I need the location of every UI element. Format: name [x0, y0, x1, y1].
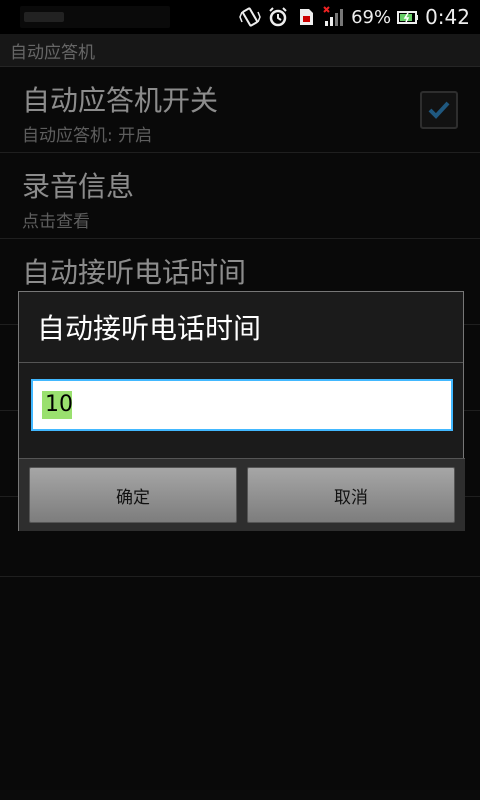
battery-percent: 69% — [351, 6, 392, 28]
status-icons: 69% 0:42 — [239, 0, 470, 34]
carrier-name-redacted — [20, 6, 170, 28]
alarm-icon — [267, 6, 289, 28]
bottom-edge — [0, 790, 480, 800]
dialog-title-text: 自动接听电话时间 — [37, 312, 262, 345]
auto-answer-time-dialog: 自动接听电话时间 10 确定 取消 — [18, 291, 465, 531]
cancel-button[interactable]: 取消 — [247, 467, 455, 523]
selected-text-highlight: 10 — [42, 391, 73, 419]
dialog-button-bar: 确定 取消 — [19, 458, 465, 531]
signal-icon — [323, 6, 345, 28]
clock-time: 0:42 — [425, 5, 470, 29]
ok-button[interactable]: 确定 — [29, 467, 237, 523]
sim-icon — [295, 6, 317, 28]
time-input-wrapper[interactable]: 10 — [31, 379, 453, 431]
dialog-title: 自动接听电话时间 — [19, 292, 463, 363]
vibrate-icon — [239, 6, 261, 28]
time-input-value: 10 — [45, 392, 73, 417]
status-bar: 69% 0:42 — [0, 0, 480, 34]
battery-charging-icon — [397, 6, 419, 28]
cancel-button-label: 取消 — [334, 487, 368, 508]
ok-button-label: 确定 — [116, 487, 150, 508]
time-input[interactable] — [33, 381, 451, 429]
